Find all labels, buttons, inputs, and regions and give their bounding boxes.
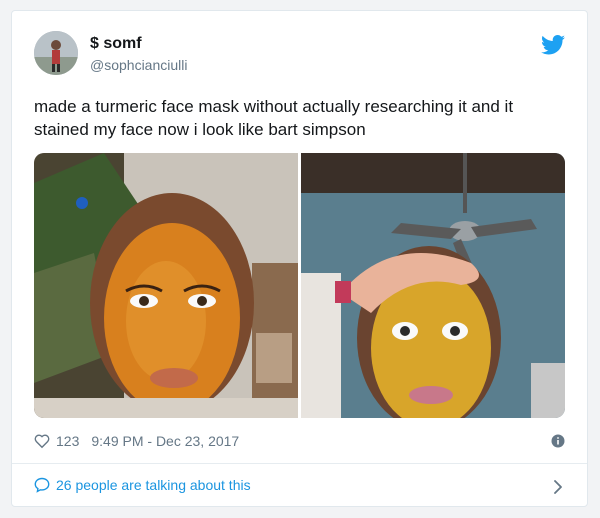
speech-bubble-icon — [34, 477, 50, 493]
tweet-meta: 123 9:49 PM - Dec 23, 2017 — [34, 431, 239, 451]
info-icon[interactable] — [551, 434, 565, 448]
chevron-right-icon[interactable] — [553, 480, 563, 494]
display-name[interactable]: $ somf — [90, 35, 142, 53]
tweet-timestamp[interactable]: 9:49 PM - Dec 23, 2017 — [91, 433, 239, 449]
conversation-link-label[interactable]: 26 people are talking about this — [56, 477, 251, 493]
heart-icon[interactable] — [34, 433, 50, 449]
tweet-photo[interactable] — [34, 153, 298, 418]
divider — [12, 463, 587, 464]
conversation-link[interactable]: 26 people are talking about this — [34, 477, 251, 493]
tweet-text: made a turmeric face mask without actual… — [34, 97, 514, 139]
avatar[interactable] — [34, 31, 78, 75]
tweet-photo[interactable] — [301, 153, 565, 418]
user-handle[interactable]: @sophcianciulli — [90, 57, 187, 73]
embedded-tweet-card: $ somf @sophcianciulli made a turmeric f… — [11, 10, 588, 507]
like-count[interactable]: 123 — [56, 433, 79, 449]
twitter-bird-icon[interactable] — [541, 35, 565, 55]
tweet-media[interactable] — [34, 153, 565, 418]
